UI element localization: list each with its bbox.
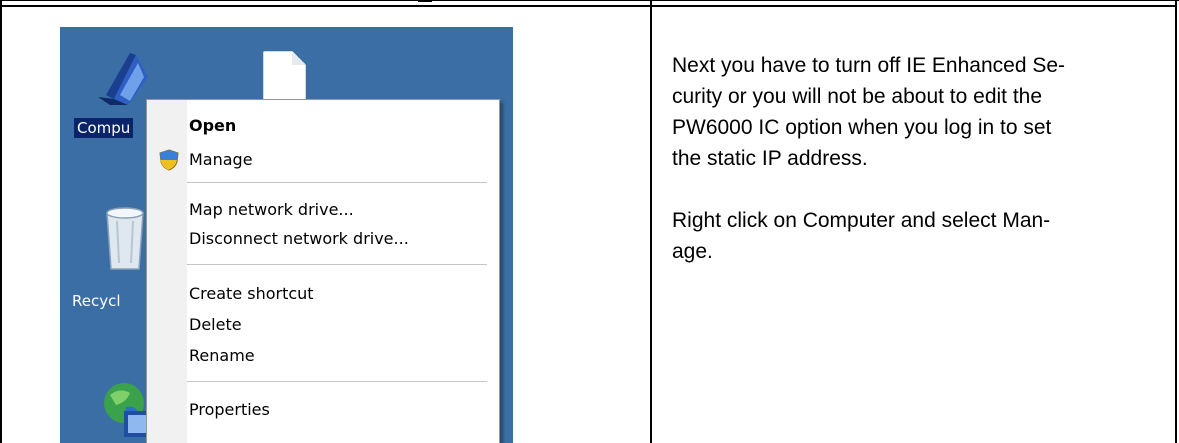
table-right-border: [1175, 0, 1177, 443]
instructions-paragraph-1: Next you have to turn off IE Enhanced Se…: [672, 50, 1160, 174]
uac-shield-icon: [159, 149, 179, 171]
table-row-border: [0, 5, 1177, 7]
cropped-heading-fragment: [418, 0, 432, 2]
paragraph-1-line-3: PW6000 IC option when you log in to set: [672, 116, 1052, 139]
menu-item-properties[interactable]: Properties: [187, 396, 495, 424]
menu-item-disconnect-network-drive[interactable]: Disconnect network drive...: [187, 225, 495, 253]
table-left-border: [0, 0, 2, 443]
menu-item-delete[interactable]: Delete: [187, 311, 495, 339]
context-menu: Open Manage Map network drive... Disconn…: [146, 99, 500, 443]
paragraph-1-line-1: Next you have to turn off IE Enhanced Se…: [672, 54, 1066, 77]
paragraph-1-line-4: the static IP address.: [672, 147, 868, 170]
menu-item-create-shortcut[interactable]: Create shortcut: [187, 280, 495, 308]
paragraph-2-line-1: Right click on Computer and select Man-: [672, 209, 1051, 232]
computer-icon[interactable]: [96, 47, 154, 107]
desktop-screenshot: Compu Recycl Open Manage Map network dri…: [60, 27, 513, 443]
table-top-border: [0, 0, 1179, 1]
menu-separator: [187, 381, 487, 383]
table-column-divider: [650, 0, 652, 443]
computer-label[interactable]: Compu: [74, 118, 134, 138]
menu-separator: [187, 264, 487, 266]
instructions-paragraph-2: Right click on Computer and select Man- …: [672, 205, 1160, 267]
paragraph-2-line-2: age.: [672, 240, 713, 263]
recycle-bin-icon[interactable]: [103, 205, 147, 273]
menu-item-manage[interactable]: Manage: [187, 146, 495, 174]
menu-item-open[interactable]: Open: [187, 112, 495, 140]
menu-item-map-network-drive[interactable]: Map network drive...: [187, 196, 495, 224]
instructions-text: Next you have to turn off IE Enhanced Se…: [672, 50, 1160, 267]
menu-separator: [187, 182, 487, 184]
recycle-bin-label[interactable]: Recycl: [72, 292, 121, 310]
menu-item-rename[interactable]: Rename: [187, 342, 495, 370]
document-table: Compu Recycl Open Manage Map network dri…: [0, 0, 1179, 443]
paragraph-1-line-2: curity or you will not be about to edit …: [672, 85, 1043, 108]
